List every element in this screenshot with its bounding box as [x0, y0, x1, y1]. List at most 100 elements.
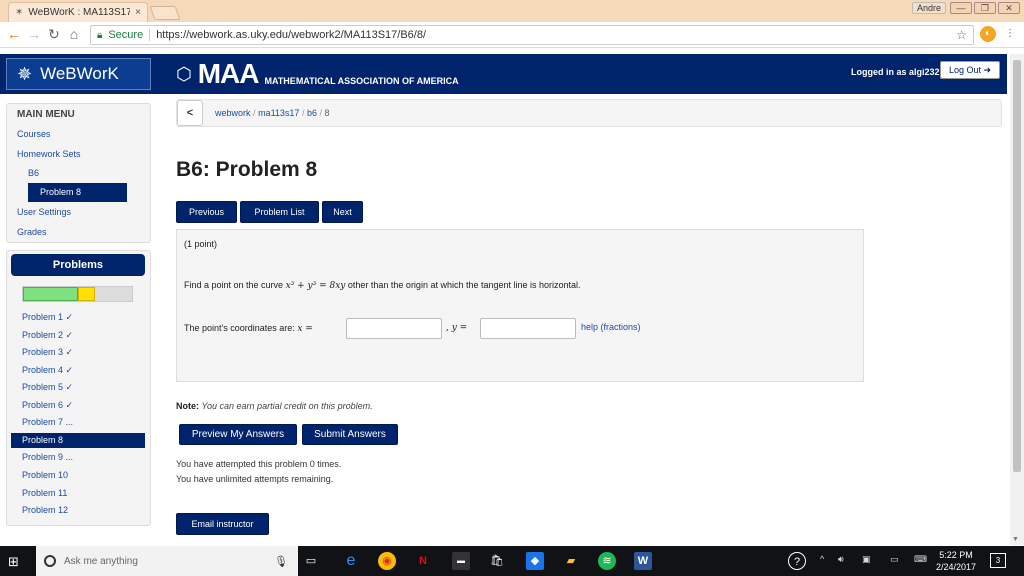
preview-answers-button[interactable]: Preview My Answers [179, 424, 297, 445]
problem-link-9[interactable]: Problem 9 ... [22, 452, 73, 462]
task-view-icon[interactable]: ▭ [302, 552, 320, 570]
app-icon[interactable]: ▬ [452, 552, 470, 570]
scrollbar-thumb[interactable] [1013, 60, 1021, 472]
taskbar-clock[interactable]: 5:22 PM 2/24/2017 [936, 549, 976, 573]
attempts-count: You have attempted this problem 0 times. [176, 459, 342, 469]
bookmark-star-icon[interactable]: ☆ [956, 28, 967, 42]
crumb-set[interactable]: b6 [307, 108, 317, 118]
cortana-icon [44, 555, 56, 567]
keyboard-icon[interactable]: ⌨︎ [914, 554, 927, 565]
menu-set-b6[interactable]: B6 [28, 168, 39, 178]
webwork-logo[interactable]: ✵ WeBWorK [6, 58, 151, 90]
main-menu-title: MAIN MENU [17, 109, 75, 120]
lock-icon: 🔒︎ [97, 29, 103, 41]
attempts-remaining: You have unlimited attempts remaining. [176, 474, 334, 484]
url-text: https://webwork.as.uky.edu/webwork2/MA11… [156, 29, 427, 41]
email-instructor-button[interactable]: Email instructor [176, 513, 269, 535]
reload-icon[interactable]: ↻ [46, 26, 62, 42]
menu-user-settings[interactable]: User Settings [17, 207, 71, 217]
page-title: B6: Problem 8 [176, 158, 318, 181]
partial-credit-note: Note: You can earn partial credit on thi… [176, 401, 373, 411]
menu-dots-icon[interactable]: ⋮ [1002, 26, 1018, 42]
store-icon[interactable]: 🛍︎ [488, 552, 506, 570]
answer-y-input[interactable] [480, 318, 576, 339]
crumb-course[interactable]: ma113s17 [258, 108, 299, 118]
extension-icon[interactable]: ◐ [980, 26, 996, 42]
submit-answers-button[interactable]: Submit Answers [302, 424, 398, 445]
menu-courses[interactable]: Courses [17, 129, 51, 139]
crumb-problem: 8 [324, 108, 330, 118]
scroll-down-icon[interactable]: ▼ [1012, 536, 1019, 543]
maximize-icon[interactable]: ❐ [974, 2, 996, 14]
problem-link-6[interactable]: Problem 6 ✓ [22, 400, 73, 411]
previous-button[interactable]: Previous [176, 201, 237, 223]
chrome-icon[interactable]: ◉ [378, 552, 396, 570]
home-icon[interactable]: ⌂ [66, 26, 82, 42]
problem-link-1[interactable]: Problem 1 ✓ [22, 312, 73, 323]
y-label: , y = [446, 323, 468, 333]
maa-icosahedron-icon: ⬡ [176, 63, 192, 84]
minimize-icon[interactable]: — [950, 2, 972, 14]
profile-button[interactable]: Andre [912, 2, 947, 14]
problem-statement: Find a point on the curve x³ + y³ = 8xy … [184, 280, 581, 291]
problem-points: (1 point) [184, 239, 218, 249]
progress-correct [23, 287, 78, 301]
edge-icon[interactable]: e [342, 552, 360, 570]
file-explorer-icon[interactable]: ▰ [562, 552, 580, 570]
problem-link-8-active[interactable]: Problem 8 [11, 433, 145, 448]
problem-link-2[interactable]: Problem 2 ✓ [22, 330, 73, 341]
problem-body [176, 229, 864, 382]
forward-arrow-icon[interactable]: → [26, 26, 42, 42]
microphone-icon[interactable]: 🎙︎ [274, 555, 288, 568]
maa-logo-text: MAA [197, 58, 260, 89]
breadcrumb-back-button[interactable]: < [177, 100, 203, 126]
network-icon[interactable]: ▣ [862, 554, 871, 565]
volume-icon[interactable]: 🔊︎ [838, 554, 844, 565]
browser-toolbar: ← → ↻ ⌂ 🔒︎ Secure https://webwork.as.uky… [0, 22, 1024, 48]
browser-tab[interactable]: ✶ WeBWorK : MA113S17 : × [8, 2, 148, 22]
battery-icon[interactable]: ▭ [890, 554, 899, 565]
tab-close-icon[interactable]: × [135, 7, 141, 18]
tray-expand-icon[interactable]: ^ [820, 554, 824, 564]
breadcrumb-trail: webwork / ma113s17 / b6 / 8 [215, 108, 330, 118]
help-fractions-link[interactable]: help (fractions) [581, 322, 641, 332]
taskbar-search[interactable]: Ask me anything 🎙︎ [36, 546, 298, 576]
problem-link-7[interactable]: Problem 7 ... [22, 417, 73, 427]
problem-list-button[interactable]: Problem List [240, 201, 319, 223]
notification-center-icon[interactable]: 3 [990, 553, 1006, 568]
address-bar[interactable]: 🔒︎ Secure https://webwork.as.uky.edu/web… [90, 25, 974, 45]
menu-grades[interactable]: Grades [17, 227, 47, 237]
close-window-icon[interactable]: ✕ [998, 2, 1020, 14]
new-tab-button[interactable] [149, 6, 181, 20]
next-button[interactable]: Next [322, 201, 363, 223]
menu-active-problem[interactable]: Problem 8 [28, 183, 127, 202]
menu-homework-sets[interactable]: Homework Sets [17, 149, 81, 159]
crumb-webwork[interactable]: webwork [215, 108, 251, 118]
spotify-icon[interactable]: ≋ [598, 552, 616, 570]
answer-x-input[interactable] [346, 318, 442, 339]
maa-logo[interactable]: ⬡ MAA MATHEMATICAL ASSOCIATION OF AMERIC… [176, 58, 459, 90]
problem-link-11[interactable]: Problem 11 [22, 488, 67, 498]
problems-header: Problems [11, 254, 145, 276]
curve-equation: x³ + y³ = 8xy [285, 281, 346, 291]
logout-button[interactable]: Log Out ➜ [940, 61, 1000, 79]
tab-title: WeBWorK : MA113S17 : [28, 7, 131, 18]
problem-link-3[interactable]: Problem 3 ✓ [22, 347, 73, 358]
word-icon[interactable]: W [634, 552, 652, 570]
webwork-favicon-icon: ✶ [15, 7, 24, 18]
messenger-icon[interactable]: ◆ [526, 552, 544, 570]
windows-start-icon[interactable]: ⊞ [8, 554, 19, 570]
windows-taskbar: ⊞ Ask me anything 🎙︎ ▭ e ◉ N ▬ 🛍︎ ◆ ▰ ≋ … [0, 546, 1024, 576]
webwork-star-icon: ✵ [17, 63, 33, 84]
x-label: x = [297, 324, 313, 334]
search-placeholder: Ask me anything [64, 555, 138, 567]
netflix-icon[interactable]: N [414, 552, 432, 570]
help-icon[interactable]: ? [788, 552, 806, 570]
problem-link-5[interactable]: Problem 5 ✓ [22, 382, 73, 393]
site-banner: ✵ WeBWorK ⬡ MAA MATHEMATICAL ASSOCIATION… [0, 54, 1007, 94]
problem-link-4[interactable]: Problem 4 ✓ [22, 365, 73, 376]
back-arrow-icon[interactable]: ← [6, 26, 22, 42]
problem-link-10[interactable]: Problem 10 [22, 470, 68, 480]
problem-link-12[interactable]: Problem 12 [22, 505, 68, 515]
clock-date: 2/24/2017 [936, 562, 977, 572]
